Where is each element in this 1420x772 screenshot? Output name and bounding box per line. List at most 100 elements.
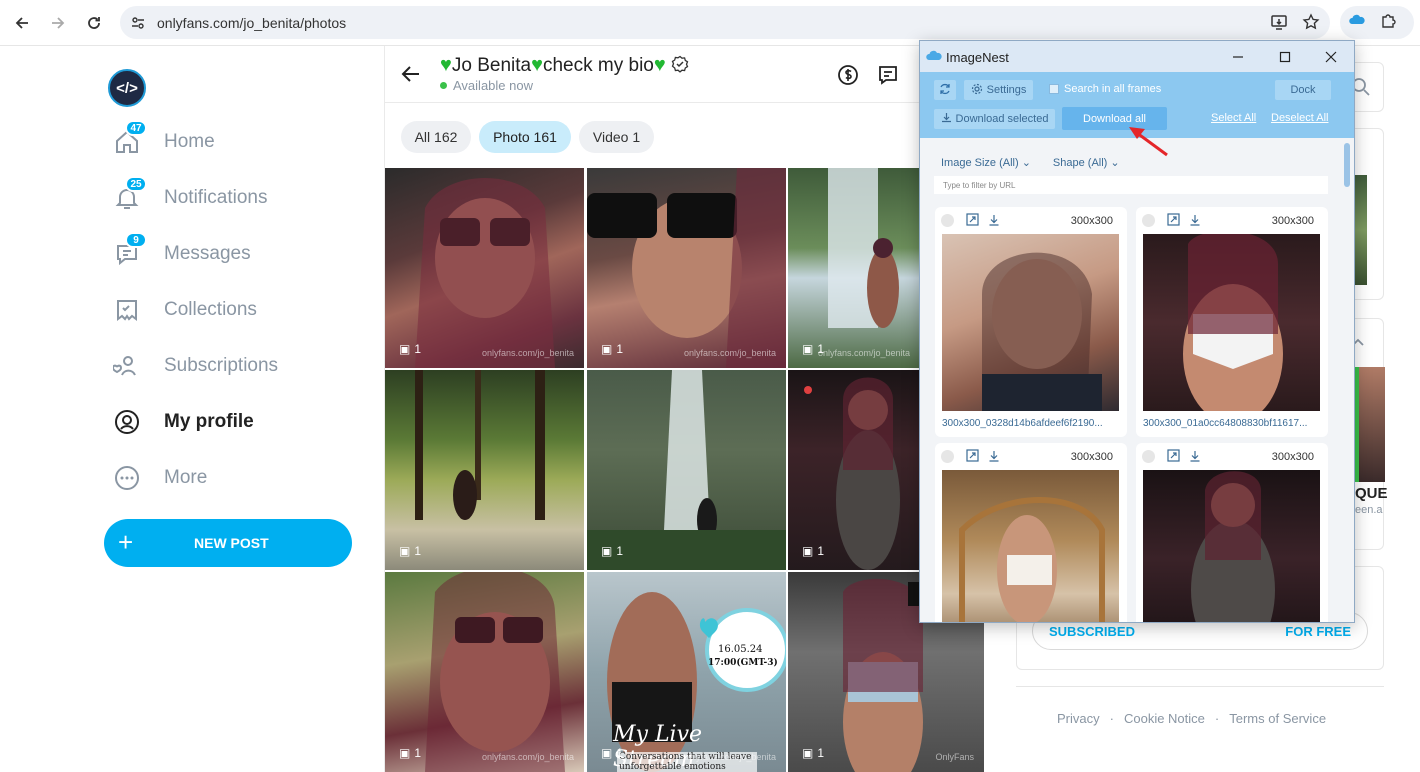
image-icon: ▣	[802, 342, 814, 356]
image-icon: ▣	[802, 544, 814, 558]
maximize-icon[interactable]	[1275, 47, 1295, 67]
shape-filter[interactable]: Shape (All) ⌄	[1053, 156, 1120, 169]
open-image-icon[interactable]	[1167, 213, 1180, 231]
image-icon: ▣	[601, 342, 613, 356]
download-icon	[941, 112, 952, 126]
download-all-label: Download all	[1083, 112, 1146, 125]
open-image-icon[interactable]	[1167, 449, 1180, 467]
bookmark-star-icon[interactable]	[1302, 13, 1320, 36]
sidebar-item-collections[interactable]: Collections	[112, 290, 257, 330]
new-post-button[interactable]: + NEW POST	[104, 519, 352, 567]
photo-tile[interactable]: ▣ 1 onlyfans.com/jo_benita	[385, 168, 584, 368]
tab-photo[interactable]: Photo 161	[479, 121, 571, 153]
footer-separator: ·	[1214, 711, 1220, 726]
search-all-frames-checkbox[interactable]: Search in all frames	[1049, 83, 1161, 95]
dock-button[interactable]: Dock	[1275, 80, 1331, 100]
back-arrow-icon[interactable]	[400, 63, 422, 90]
annotation-arrow-icon	[1125, 125, 1171, 164]
tab-video[interactable]: Video 1	[579, 121, 654, 153]
close-icon[interactable]	[1321, 47, 1341, 67]
open-image-icon[interactable]	[966, 213, 979, 231]
download-icon[interactable]	[988, 213, 1000, 231]
install-app-icon[interactable]	[1270, 13, 1288, 36]
select-radio[interactable]	[1142, 214, 1155, 227]
profile-name: ♥Jo Benita♥check my bio♥	[440, 54, 689, 79]
scrollbar-track[interactable]	[1341, 138, 1354, 622]
image-count-value: 1	[817, 544, 825, 558]
photo-tile[interactable]: ▣ 1	[385, 370, 584, 570]
tab-all[interactable]: All 162	[401, 121, 471, 153]
minimize-icon[interactable]	[1228, 47, 1248, 67]
search-all-frames-label: Search in all frames	[1064, 83, 1162, 95]
watermark: onlyfans.com/jo_benita	[683, 348, 776, 358]
image-count: ▣ 1	[802, 746, 824, 760]
photo-tile[interactable]: 16.05.24 17:00(GMT-3) My Live Stream Con…	[587, 572, 786, 772]
site-settings-icon[interactable]	[130, 15, 146, 36]
select-radio[interactable]	[1142, 450, 1155, 463]
image-icon: ▣	[802, 746, 814, 760]
new-post-label: NEW POST	[194, 535, 269, 551]
select-radio[interactable]	[941, 214, 954, 227]
image-count-value: 1	[616, 544, 624, 558]
address-bar[interactable]: onlyfans.com/jo_benita/photos	[120, 6, 1330, 39]
refresh-button[interactable]	[934, 80, 956, 100]
imagenest-titlebar[interactable]: ImageNest	[920, 41, 1354, 72]
sidebar-item-notifications[interactable]: 25 Notifications	[112, 176, 268, 218]
image-thumbnail[interactable]	[942, 470, 1119, 622]
reload-icon[interactable]	[83, 12, 105, 34]
terms-of-service-link[interactable]: Terms of Service	[1229, 711, 1326, 726]
select-all-link[interactable]: Select All	[1211, 112, 1256, 124]
sidebar-item-home[interactable]: 47 Home	[112, 120, 215, 162]
privacy-link[interactable]: Privacy	[1057, 711, 1100, 726]
imagenest-title: ImageNest	[946, 50, 1009, 65]
download-icon[interactable]	[1189, 449, 1201, 467]
deselect-all-link[interactable]: Deselect All	[1271, 112, 1328, 124]
tip-dollar-icon[interactable]	[837, 64, 859, 91]
scrollbar-thumb[interactable]	[1344, 143, 1350, 187]
image-card[interactable]: 300x300 300x300_0328d14b6afdeef6f2190...	[935, 207, 1127, 437]
sidebar-item-subscriptions[interactable]: Subscriptions	[112, 346, 278, 386]
subscriptions-icon	[112, 351, 142, 381]
download-icon[interactable]	[988, 449, 1000, 467]
url-text[interactable]: onlyfans.com/jo_benita/photos	[157, 15, 346, 31]
status-text: Available now	[453, 78, 533, 93]
image-thumbnail[interactable]	[1143, 234, 1320, 411]
download-icon[interactable]	[1189, 213, 1201, 231]
forward-icon[interactable]	[47, 12, 69, 34]
image-thumbnail[interactable]	[1143, 470, 1320, 622]
settings-button[interactable]: Settings	[964, 80, 1033, 100]
message-icon[interactable]	[877, 64, 899, 91]
sidebar-item-more[interactable]: More	[112, 458, 207, 498]
image-size-filter[interactable]: Image Size (All) ⌄	[941, 156, 1031, 169]
imagenest-extension-icon[interactable]	[1348, 11, 1366, 34]
url-filter-input[interactable]: Type to filter by URL	[934, 176, 1328, 194]
image-icon: ▣	[399, 342, 411, 356]
select-radio[interactable]	[941, 450, 954, 463]
image-thumbnail[interactable]	[942, 234, 1119, 411]
puzzle-icon[interactable]	[1380, 11, 1398, 34]
download-selected-button[interactable]: Download selected	[934, 109, 1055, 129]
photo-tile[interactable]: ▣ 1	[788, 370, 920, 570]
sidebar-item-label: Subscriptions	[164, 355, 279, 376]
back-icon[interactable]	[11, 12, 33, 34]
checkbox-box[interactable]	[1049, 84, 1059, 94]
plus-icon: +	[118, 527, 134, 557]
watermark: OnlyFans	[935, 752, 974, 762]
open-image-icon[interactable]	[966, 449, 979, 467]
cookie-notice-link[interactable]: Cookie Notice	[1124, 711, 1205, 726]
sidebar-item-messages[interactable]: 9 Messages	[112, 232, 251, 274]
photo-tile[interactable]: ▣ 1 onlyfans.com/jo_benita	[788, 168, 920, 368]
for-free-label: FOR FREE	[1285, 624, 1351, 639]
image-card[interactable]: 300x300	[935, 443, 1127, 622]
photo-tile[interactable]: ▣ 1 onlyfans.com/jo_benita	[385, 572, 584, 772]
notification-badge: 25	[125, 176, 147, 192]
suggestion-name[interactable]: QUE	[1355, 485, 1388, 502]
sidebar-item-my-profile[interactable]: My profile	[112, 402, 254, 442]
suggestion-avatar[interactable]	[1355, 367, 1385, 482]
app-logo[interactable]: </>	[108, 69, 146, 107]
verified-icon	[671, 55, 689, 79]
photo-tile[interactable]: ▣ 1 onlyfans.com/jo_benita	[587, 168, 786, 368]
photo-tile[interactable]: ▣ 1	[587, 370, 786, 570]
image-card[interactable]: 300x300	[1136, 443, 1328, 622]
image-card[interactable]: 300x300 300x300_01a0cc64808830bf11617...	[1136, 207, 1328, 437]
